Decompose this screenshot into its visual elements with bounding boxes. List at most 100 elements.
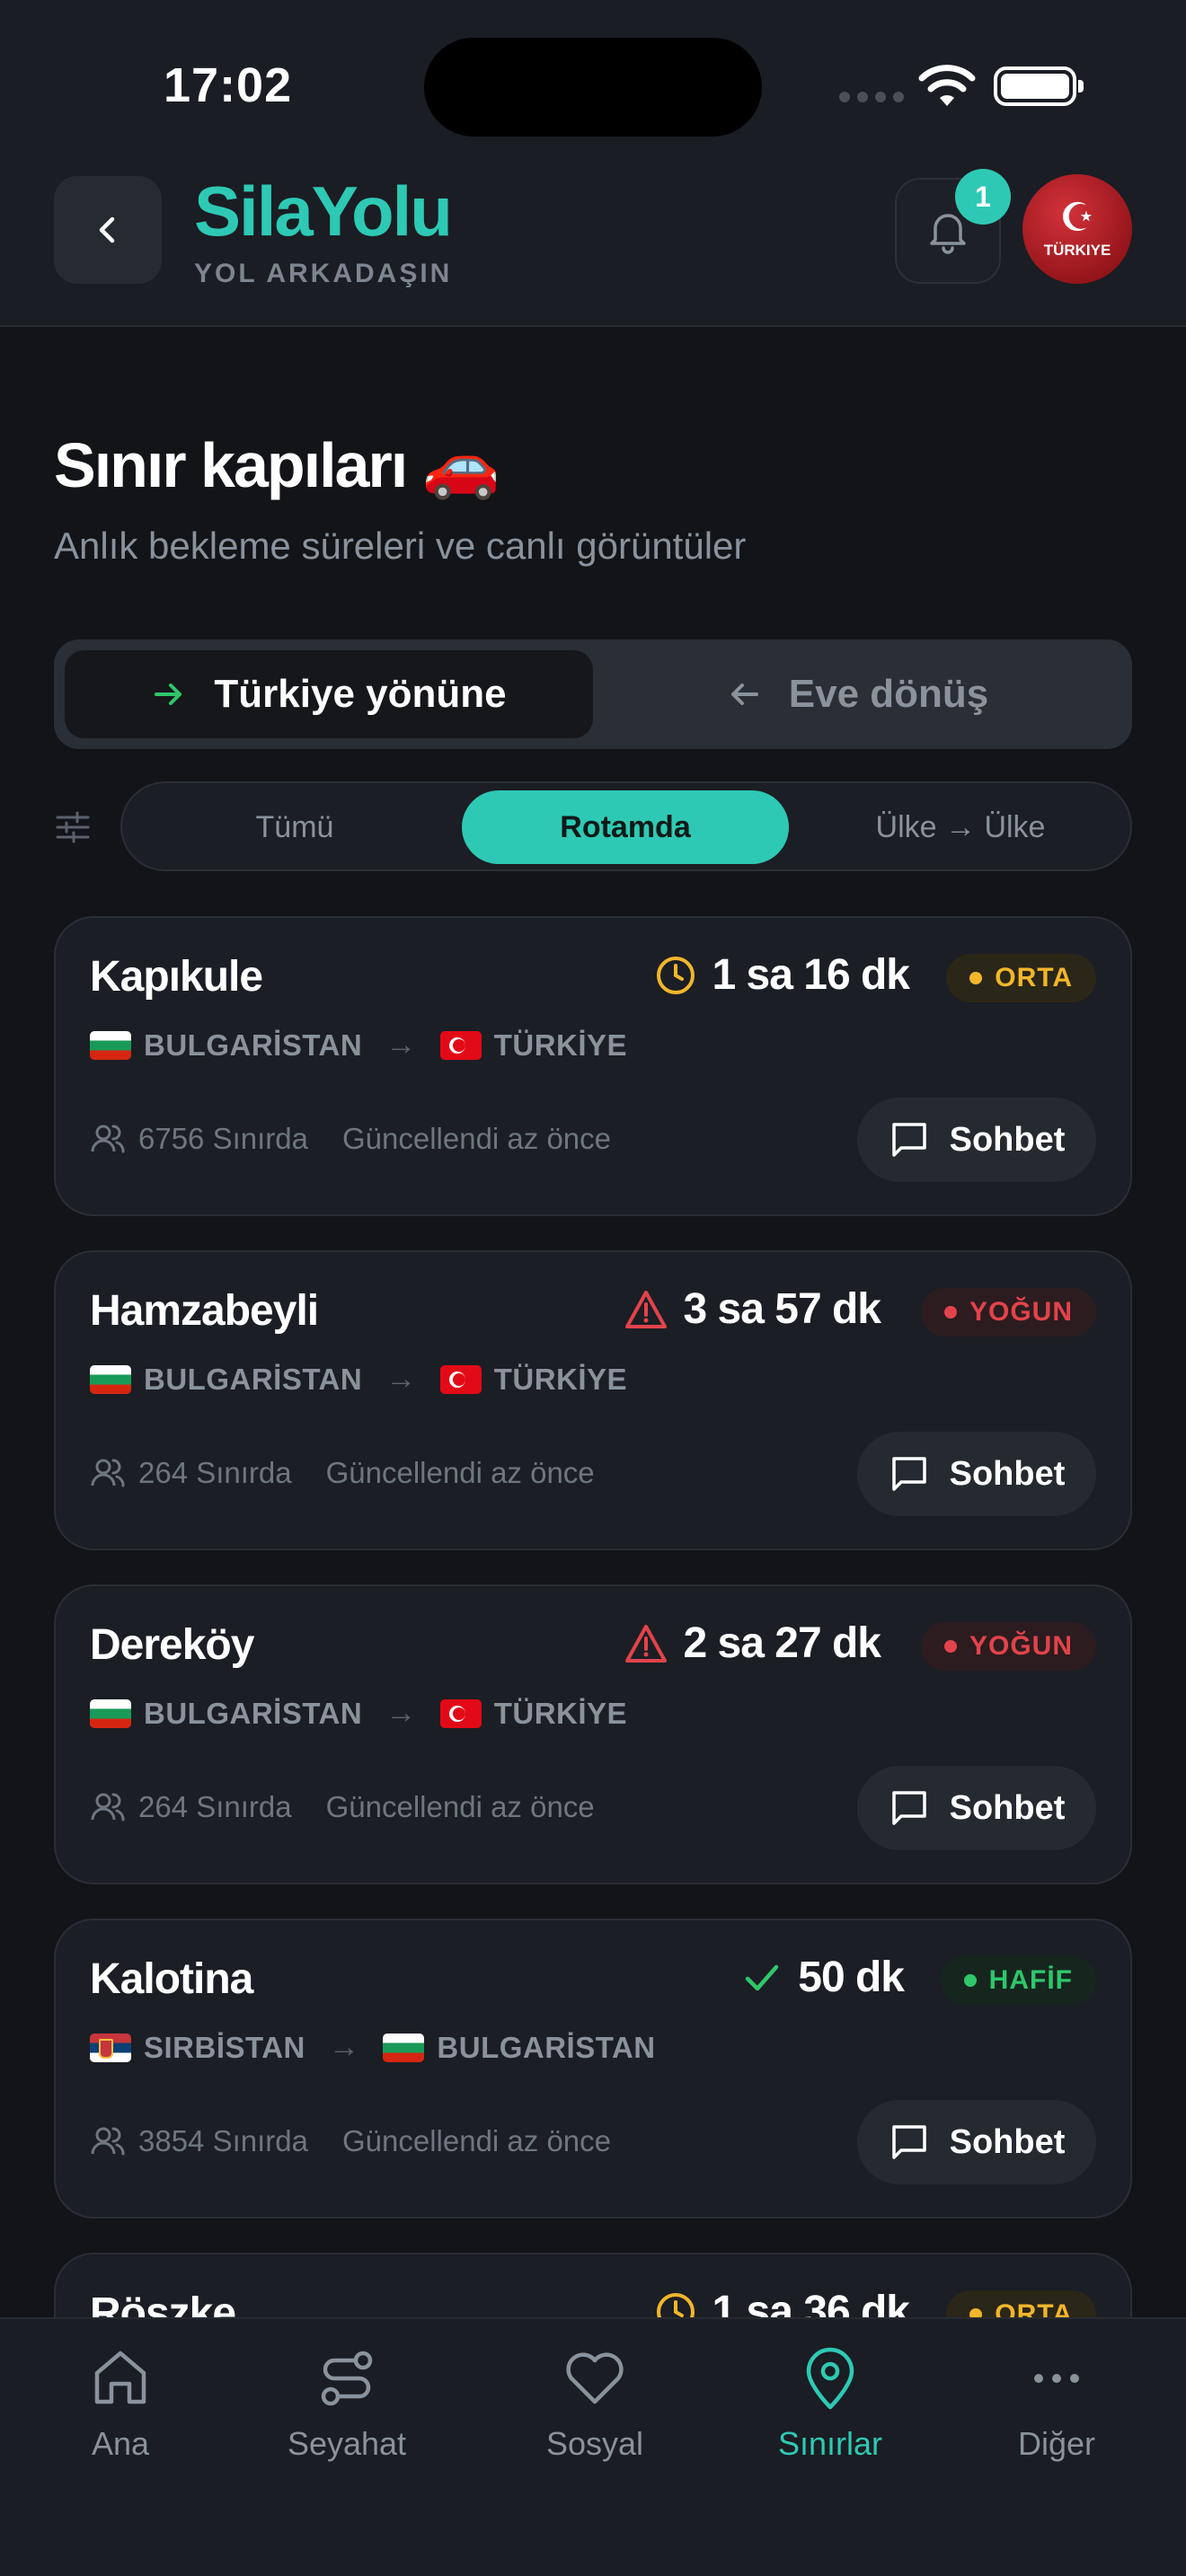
wait-time-text: 3 sa 57 dk: [683, 1285, 881, 1333]
chat-icon: [891, 2125, 926, 2159]
route-from: BULGARİSTAN: [144, 1028, 363, 1062]
crossing-card[interactable]: Röszke 1 sa 36 dk ORTA: [54, 2253, 1132, 2317]
crossing-name: Kapıkule: [90, 953, 263, 1001]
map-pin-icon: [806, 2347, 854, 2410]
route-from: SIRBİSTAN: [144, 2030, 305, 2064]
chat-icon: [891, 1791, 926, 1825]
tab-more-label: Diğer: [1017, 2425, 1096, 2462]
bulgaria-flag-icon: [90, 1030, 131, 1060]
bottom-tab-bar: Ana Seyahat Sosyal Sınırlar Diğer: [0, 2317, 1186, 2576]
tab-social[interactable]: Sosyal: [496, 2344, 694, 2463]
chat-label: Sohbet: [949, 2122, 1066, 2161]
wait-time: 3 sa 57 dk: [624, 1284, 881, 1334]
wait-time: 2 sa 27 dk: [624, 1619, 881, 1668]
chat-button[interactable]: Sohbet: [857, 1432, 1096, 1516]
turkey-flag-icon: [439, 1030, 482, 1060]
heart-icon: [566, 2352, 624, 2404]
status-badge: YOĞUN: [920, 1288, 1096, 1337]
wait-time: 1 sa 16 dk: [655, 950, 910, 1000]
clock-icon: [656, 2292, 695, 2317]
crossing-meta: 6756 Sınırda Güncellendi az önce: [90, 1121, 611, 1157]
serbia-flag-icon: [90, 2033, 131, 2062]
crossing-meta: 264 Sınırda Güncellendi az önce: [90, 1455, 595, 1491]
status-label: ORTA: [995, 963, 1073, 992]
updated-text: Güncellendi az önce: [341, 2124, 612, 2157]
route-arrow-icon: →: [328, 2030, 360, 2064]
crossing-meta: 264 Sınırda Güncellendi az önce: [90, 1789, 595, 1825]
chat-button[interactable]: Sohbet: [857, 1098, 1096, 1182]
updated-text: Güncellendi az önce: [341, 1122, 612, 1155]
crossing-name: Kalotina: [90, 1955, 253, 2003]
chat-button[interactable]: Sohbet: [857, 2100, 1096, 2184]
crossings-list: Kapıkule 1 sa 16 dk ORTA BULGARİSTAN → T…: [0, 0, 1186, 2317]
route-arrow-icon: →: [385, 1028, 417, 1062]
crossing-card[interactable]: Dereköy 2 sa 27 dk YOĞUN BULGARİSTAN → T…: [54, 1584, 1132, 1884]
status-label: HAFİF: [988, 1965, 1073, 1995]
crossing-card[interactable]: Kalotina 50 dk HAFİF SIRBİSTAN → BULGARİ…: [54, 1919, 1132, 2219]
users-icon: [91, 1125, 125, 1153]
route-to: TÜRKİYE: [493, 1696, 628, 1730]
updated-text: Güncellendi az önce: [325, 1790, 595, 1823]
status-badge: ORTA: [946, 2290, 1096, 2317]
status-badge: ORTA: [946, 954, 1096, 1002]
bulgaria-flag-icon: [90, 1698, 131, 1728]
turkey-flag-icon: [439, 1364, 482, 1394]
route-to: BULGARİSTAN: [437, 2030, 656, 2064]
people-count: 264 Sınırda: [138, 1456, 292, 1489]
chat-button[interactable]: Sohbet: [857, 1766, 1096, 1850]
route-to: TÜRKİYE: [493, 1028, 628, 1062]
turkey-flag-icon: [439, 1698, 482, 1728]
tab-more[interactable]: Diğer: [958, 2344, 1155, 2463]
status-label: YOĞUN: [969, 1297, 1073, 1327]
bulgaria-flag-icon: [383, 2033, 425, 2062]
status-badge: HAFİF: [940, 1956, 1096, 2005]
status-label: YOĞUN: [969, 1631, 1073, 1661]
route: SIRBİSTAN → BULGARİSTAN: [90, 2030, 656, 2065]
more-icon: [1034, 2374, 1079, 2383]
route: BULGARİSTAN → TÜRKİYE: [90, 1362, 627, 1397]
users-icon: [91, 2127, 125, 2156]
people-count: 264 Sınırda: [138, 1790, 292, 1823]
status-badge: YOĞUN: [920, 1622, 1096, 1671]
crossing-name: Dereköy: [90, 1621, 254, 1669]
crossing-name: Hamzabeyli: [90, 1287, 319, 1335]
wait-time-text: 1 sa 16 dk: [712, 951, 910, 999]
route: BULGARİSTAN → TÜRKİYE: [90, 1028, 627, 1063]
status-label: ORTA: [995, 2299, 1073, 2317]
check-icon: [746, 1964, 779, 1990]
chat-icon: [891, 1457, 926, 1491]
wait-time-text: 2 sa 27 dk: [683, 1619, 881, 1667]
crossing-card[interactable]: Kapıkule 1 sa 16 dk ORTA BULGARİSTAN → T…: [54, 916, 1132, 1216]
tab-travel[interactable]: Seyahat: [248, 2344, 446, 2463]
route-icon: [321, 2351, 373, 2406]
wait-time-text: 50 dk: [798, 1954, 905, 2001]
crossing-card[interactable]: Hamzabeyli 3 sa 57 dk YOĞUN BULGARİSTAN …: [54, 1250, 1132, 1550]
wait-time-text: 1 sa 36 dk: [712, 2288, 910, 2317]
bulgaria-flag-icon: [90, 1364, 131, 1394]
updated-text: Güncellendi az önce: [325, 1456, 595, 1489]
route: BULGARİSTAN → TÜRKİYE: [90, 1696, 627, 1731]
chat-label: Sohbet: [949, 1120, 1066, 1159]
route-to: TÜRKİYE: [493, 1362, 628, 1396]
tab-social-label: Sosyal: [545, 2425, 644, 2462]
home-icon: [94, 2351, 146, 2404]
tab-travel-label: Seyahat: [287, 2425, 407, 2462]
warning-icon: [624, 1290, 667, 1328]
tab-home-label: Ana: [91, 2425, 150, 2462]
people-count: 6756 Sınırda: [138, 1122, 308, 1155]
chat-label: Sohbet: [949, 1788, 1066, 1827]
users-icon: [91, 1459, 125, 1487]
tab-borders[interactable]: Sınırlar: [731, 2344, 929, 2463]
tab-home[interactable]: Ana: [22, 2344, 219, 2463]
chat-label: Sohbet: [949, 1454, 1066, 1493]
route-from: BULGARİSTAN: [144, 1362, 363, 1396]
clock-icon: [656, 956, 695, 994]
route-arrow-icon: →: [385, 1696, 417, 1730]
route-arrow-icon: →: [385, 1362, 417, 1396]
crossing-meta: 3854 Sınırda Güncellendi az önce: [90, 2123, 611, 2159]
wait-time: 50 dk: [742, 1953, 905, 2002]
chat-icon: [891, 1123, 926, 1157]
people-count: 3854 Sınırda: [138, 2124, 308, 2157]
route-from: BULGARİSTAN: [144, 1696, 363, 1730]
warning-icon: [624, 1624, 667, 1663]
